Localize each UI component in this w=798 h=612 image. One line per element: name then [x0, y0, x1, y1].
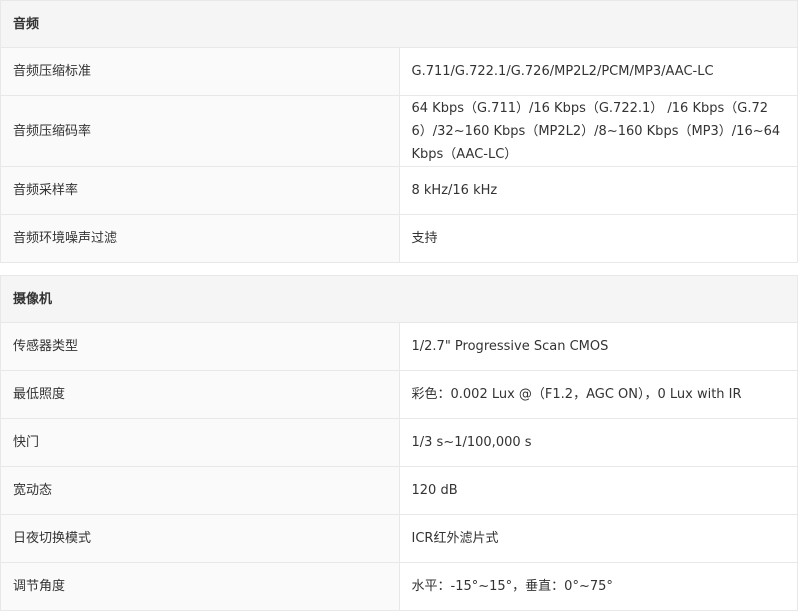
section-header-row: 音频 — [0, 0, 798, 48]
section-title: 音频 — [0, 0, 798, 48]
spec-label: 宽动态 — [0, 466, 400, 515]
spec-value: 支持 — [398, 214, 798, 263]
spec-row: 宽动态 120 dB — [0, 466, 798, 515]
spec-value: 64 Kbps（G.711）/16 Kbps（G.722.1） /16 Kbps… — [398, 95, 798, 167]
spec-value: 1/3 s~1/100,000 s — [398, 418, 798, 467]
section-title: 摄像机 — [0, 275, 798, 323]
spec-value: 8 kHz/16 kHz — [398, 166, 798, 215]
spec-row: 传感器类型 1/2.7" Progressive Scan CMOS — [0, 322, 798, 371]
spec-value: 120 dB — [398, 466, 798, 515]
spec-value: 1/2.7" Progressive Scan CMOS — [398, 322, 798, 371]
spec-row: 快门 1/3 s~1/100,000 s — [0, 418, 798, 467]
spec-label: 传感器类型 — [0, 322, 400, 371]
audio-spec-table: 音频 音频压缩标准 G.711/G.722.1/G.726/MP2L2/PCM/… — [0, 0, 798, 263]
spec-row: 音频压缩标准 G.711/G.722.1/G.726/MP2L2/PCM/MP3… — [0, 47, 798, 96]
spec-label: 音频采样率 — [0, 166, 400, 215]
spec-label: 快门 — [0, 418, 400, 467]
section-header-row: 摄像机 — [0, 275, 798, 323]
spec-value: ICR红外滤片式 — [398, 514, 798, 563]
spec-label: 调节角度 — [0, 562, 400, 611]
spec-row: 日夜切换模式 ICR红外滤片式 — [0, 514, 798, 563]
spec-row: 调节角度 水平：-15°~15°，垂直：0°~75° — [0, 562, 798, 611]
spec-row: 音频环境噪声过滤 支持 — [0, 214, 798, 263]
spec-row: 最低照度 彩色：0.002 Lux @（F1.2，AGC ON），0 Lux w… — [0, 370, 798, 419]
spec-label: 音频压缩标准 — [0, 47, 400, 96]
spec-value: 彩色：0.002 Lux @（F1.2，AGC ON），0 Lux with I… — [398, 370, 798, 419]
spec-row: 音频压缩码率 64 Kbps（G.711）/16 Kbps（G.722.1） /… — [0, 95, 798, 167]
spec-value: G.711/G.722.1/G.726/MP2L2/PCM/MP3/AAC-LC — [398, 47, 798, 96]
spec-value: 水平：-15°~15°，垂直：0°~75° — [398, 562, 798, 611]
camera-spec-table: 摄像机 传感器类型 1/2.7" Progressive Scan CMOS 最… — [0, 275, 798, 611]
spec-label: 音频环境噪声过滤 — [0, 214, 400, 263]
spec-label: 最低照度 — [0, 370, 400, 419]
spec-label: 音频压缩码率 — [0, 95, 400, 167]
spec-row: 音频采样率 8 kHz/16 kHz — [0, 166, 798, 215]
spec-label: 日夜切换模式 — [0, 514, 400, 563]
